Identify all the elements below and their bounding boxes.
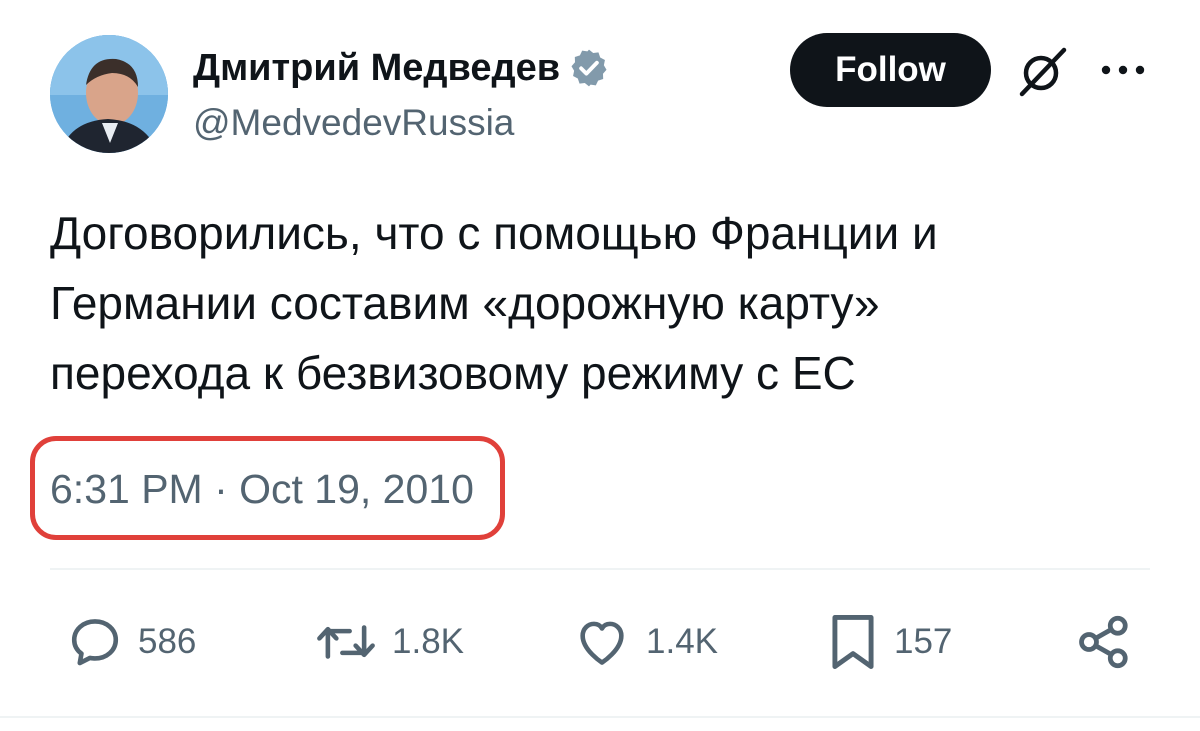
bookmark-button[interactable]: 157	[826, 612, 952, 672]
tweet-text-line: перехода к безвизовому режиму с ЕС	[50, 347, 856, 399]
tweet-timestamp[interactable]: 6:31 PM · Oct 19, 2010	[50, 464, 474, 514]
reply-count: 586	[138, 622, 197, 661]
author-display-name[interactable]: Дмитрий Медведев	[193, 45, 610, 91]
author-handle[interactable]: @MedvedevRussia	[193, 100, 514, 146]
like-button[interactable]: 1.4K	[572, 612, 718, 672]
author-avatar[interactable]	[50, 35, 168, 153]
reply-icon	[71, 619, 119, 666]
share-icon	[1079, 615, 1128, 669]
heart-icon	[580, 621, 624, 665]
repost-icon	[317, 625, 375, 659]
tweet-text: Договорились, что с помощью Франции и Ге…	[50, 198, 1150, 408]
like-count: 1.4K	[646, 622, 718, 661]
more-dots-icon[interactable]	[1098, 62, 1148, 78]
author-name-text[interactable]: Дмитрий Медведев	[193, 45, 560, 91]
grok-icon[interactable]	[1014, 42, 1072, 100]
repost-count: 1.8K	[392, 622, 464, 661]
follow-button[interactable]: Follow	[790, 33, 991, 107]
bookmark-icon	[832, 615, 874, 669]
tweet-text-line: Договорились, что с помощью Франции и	[50, 207, 938, 259]
bookmark-count: 157	[894, 622, 953, 661]
verified-badge-icon	[568, 47, 610, 89]
repost-button[interactable]: 1.8K	[314, 612, 464, 672]
bottom-divider	[0, 716, 1200, 718]
reply-button[interactable]: 586	[66, 612, 196, 672]
divider	[50, 568, 1150, 570]
tweet-text-line: Германии составим «дорожную карту»	[50, 277, 880, 329]
share-button[interactable]	[1074, 612, 1134, 672]
